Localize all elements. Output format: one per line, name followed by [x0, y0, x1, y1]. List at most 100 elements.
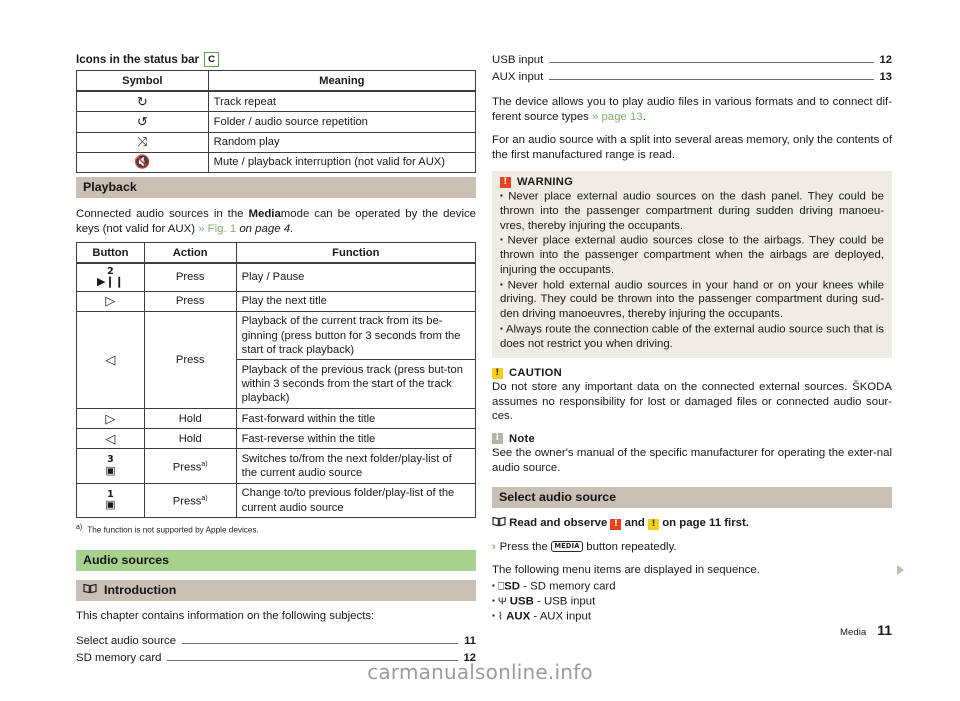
- cell-function: Play / Pause: [235, 262, 477, 292]
- footer-page-number: 11: [877, 622, 892, 638]
- status-bar-heading-text: Icons in the status bar: [76, 53, 200, 67]
- status-bar-icons-table: Symbol Meaning ↻ Track repeat ↺ Folder /…: [76, 70, 477, 173]
- sequence-lead-text: The following menu items are displayed i…: [492, 564, 760, 577]
- table-row: 3 ▣ Pressa) Switches to/from the next fo…: [76, 448, 477, 484]
- section-heading-playback-text: Playback: [83, 179, 137, 194]
- table-row: 1 ▣ Pressa) Change to/to previous folder…: [76, 482, 477, 519]
- cell-function: Play the next title: [235, 290, 477, 312]
- cell-action-text: Press: [172, 461, 202, 474]
- toc-leader: [549, 79, 874, 80]
- warning-bullet-text: Never place external audio sources close…: [500, 234, 885, 276]
- warning-bullet-text: Never hold external audio sources in you…: [500, 278, 884, 321]
- right-column: USB input 12 AUX input 13 The device all…: [492, 52, 892, 624]
- next-track-icon: ▷: [76, 290, 145, 312]
- toc-entry-select-audio-source[interactable]: Select audio source 11: [76, 633, 476, 650]
- device-formats-paragraph: The device allows you to play audio file…: [492, 95, 892, 124]
- footnote-ref: a): [201, 460, 208, 468]
- table-row: ⤨ Random play: [76, 131, 477, 153]
- button-number: 3: [107, 454, 114, 466]
- table-row: ↻ Track repeat: [76, 90, 477, 113]
- cell-action: Pressa): [143, 482, 237, 519]
- warning-title: ! WARNING: [500, 176, 884, 188]
- cell-meaning: Random play: [207, 131, 477, 153]
- split-memory-paragraph: For an audio source with a split into se…: [492, 134, 892, 161]
- audio-sources-leadin: This chapter contains information on the…: [76, 609, 375, 622]
- toc-label: AUX input: [492, 71, 544, 83]
- warning-icon: !: [610, 519, 622, 531]
- info-icon: i: [492, 433, 503, 445]
- book-icon: [492, 517, 509, 529]
- previous-track-icon: ◁: [76, 310, 145, 410]
- toc-entry-aux-input[interactable]: AUX input 13: [492, 69, 892, 86]
- warning-bullet-text: Always route the connection cable of the…: [500, 322, 884, 350]
- toc-page: 13: [879, 71, 892, 83]
- footnote-ref: a): [201, 495, 208, 503]
- media-button-keycap[interactable]: MEDIA: [550, 540, 584, 553]
- playback-intro-ital: on page 4: [236, 222, 291, 235]
- playback-intro-pre: Connected audio sources in the: [76, 207, 249, 220]
- menu-item-name: SD: [504, 580, 520, 593]
- usb-icon: Ψ: [497, 595, 507, 608]
- page-edge-marker-icon: [897, 565, 904, 575]
- cell-action-text: Press: [172, 495, 202, 508]
- list-item-usb: Ψ USB - USB input: [492, 594, 892, 609]
- step-press-media: › Press the MEDIA button repeatedly.: [492, 540, 892, 555]
- fast-forward-icon: ▷: [76, 408, 145, 430]
- caution-text: Do not store any important data on the c…: [492, 381, 892, 423]
- col-header-meaning: Meaning: [207, 70, 477, 93]
- table-row: 2 ▶❙❙ Press Play / Pause: [76, 262, 477, 292]
- cell-function: Switches to/from the next folder/play-li…: [235, 448, 477, 484]
- previous-folder-icon: ▣: [105, 499, 116, 512]
- cell-action: Pressa): [143, 448, 237, 484]
- table-header-row: Button Action Function: [76, 242, 477, 265]
- page-reference-13[interactable]: » page 13: [592, 111, 643, 123]
- toc-entry-usb-input[interactable]: USB input 12: [492, 52, 892, 69]
- play-pause-icon: ▶❙❙: [96, 276, 124, 289]
- toc-label: USB input: [492, 54, 544, 66]
- cell-action: Press: [143, 290, 237, 312]
- toc-leader: [182, 642, 459, 644]
- cell-function: Fast-reverse within the title: [235, 428, 477, 450]
- list-item-sd: ⎕SD - SD memory card: [492, 579, 892, 594]
- table-row: ▷ Hold Fast-forward within the title: [76, 408, 477, 430]
- shuffle-icon: ⤨: [76, 131, 209, 153]
- toc-page: 12: [879, 54, 892, 66]
- button-next-folder: 3 ▣: [76, 448, 145, 484]
- note-text: See the owner's manual of the specific m…: [492, 446, 892, 474]
- subsection-heading-introduction: Introduction: [76, 579, 476, 601]
- read-observe-pre: Read and observe: [509, 517, 611, 530]
- caution-box: ! CAUTION Do not store any important dat…: [492, 367, 892, 424]
- section-heading-audio-sources: Audio sources: [76, 549, 476, 571]
- mute-icon: 🔇: [76, 151, 209, 173]
- read-and-observe-line: Read and observe ! and ! on page 11 firs…: [492, 516, 892, 531]
- menu-items-list: ⎕SD - SD memory card Ψ USB - USB input ⌇…: [492, 579, 892, 624]
- toc-leader: [549, 62, 874, 63]
- button-play-pause: 2 ▶❙❙: [76, 262, 145, 292]
- table-row: ◁ Hold Fast-reverse within the title: [76, 428, 477, 450]
- cell-action: Press: [143, 310, 237, 410]
- list-item: Always route the connection cable of the…: [500, 322, 884, 352]
- fast-reverse-icon: ◁: [76, 428, 145, 450]
- warning-bullet-list: Never place external audio sources on th…: [500, 189, 884, 351]
- toc-label: Select audio source: [76, 634, 177, 647]
- read-observe-end: on page 11 first.: [659, 517, 749, 530]
- menu-item-name: AUX: [506, 610, 531, 623]
- footnote-marker: a): [76, 524, 83, 532]
- playback-intro-ref[interactable]: » Fig. 1: [198, 223, 236, 235]
- playback-intro-end: .: [290, 222, 294, 235]
- cell-action: Press: [143, 262, 237, 292]
- repeat-track-icon: ↻: [76, 90, 209, 113]
- list-item: Never place external audio sources close…: [500, 233, 884, 277]
- toc-page: 11: [464, 634, 476, 647]
- device-formats-end: .: [642, 110, 646, 123]
- subsection-heading-select-audio-source: Select audio source: [492, 487, 892, 509]
- chapter-badge-c: C: [204, 52, 219, 68]
- menu-item-name: USB: [509, 595, 534, 608]
- book-icon: [83, 583, 97, 597]
- menu-item-desc: - SD memory card: [519, 580, 616, 593]
- section-heading-playback: Playback: [76, 176, 476, 198]
- list-item: Never hold external audio sources in you…: [500, 278, 884, 322]
- device-formats-text: The device allows you to play audio file…: [492, 96, 892, 123]
- read-observe-mid: and: [621, 517, 649, 530]
- button-previous-folder: 1 ▣: [76, 482, 145, 519]
